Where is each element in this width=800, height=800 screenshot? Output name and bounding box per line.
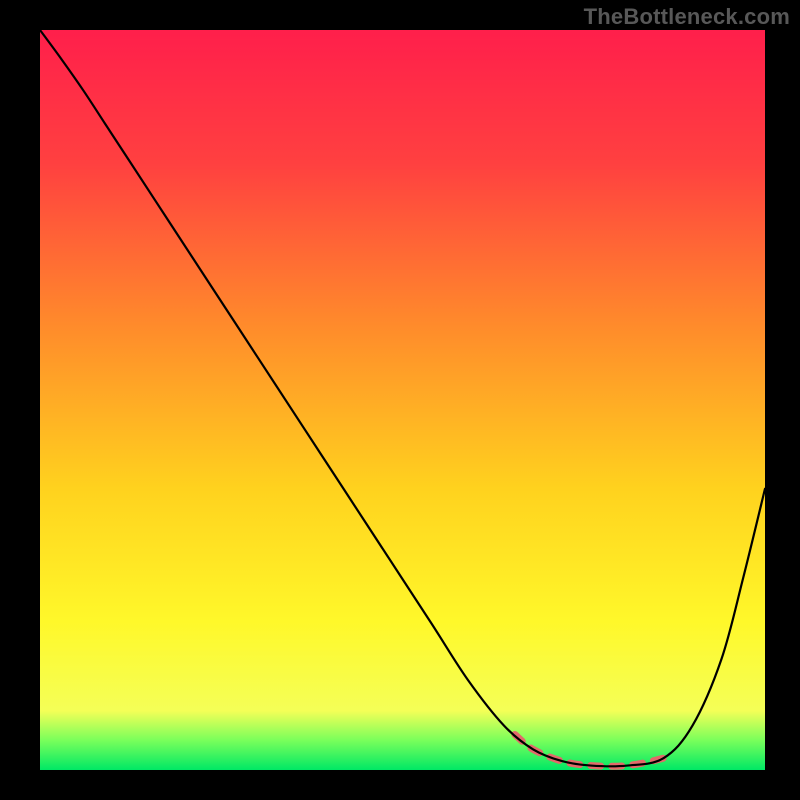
- watermark-text: TheBottleneck.com: [584, 4, 790, 30]
- chart-container: TheBottleneck.com: [0, 0, 800, 800]
- bottleneck-chart: [0, 0, 800, 800]
- plot-area: [40, 30, 765, 770]
